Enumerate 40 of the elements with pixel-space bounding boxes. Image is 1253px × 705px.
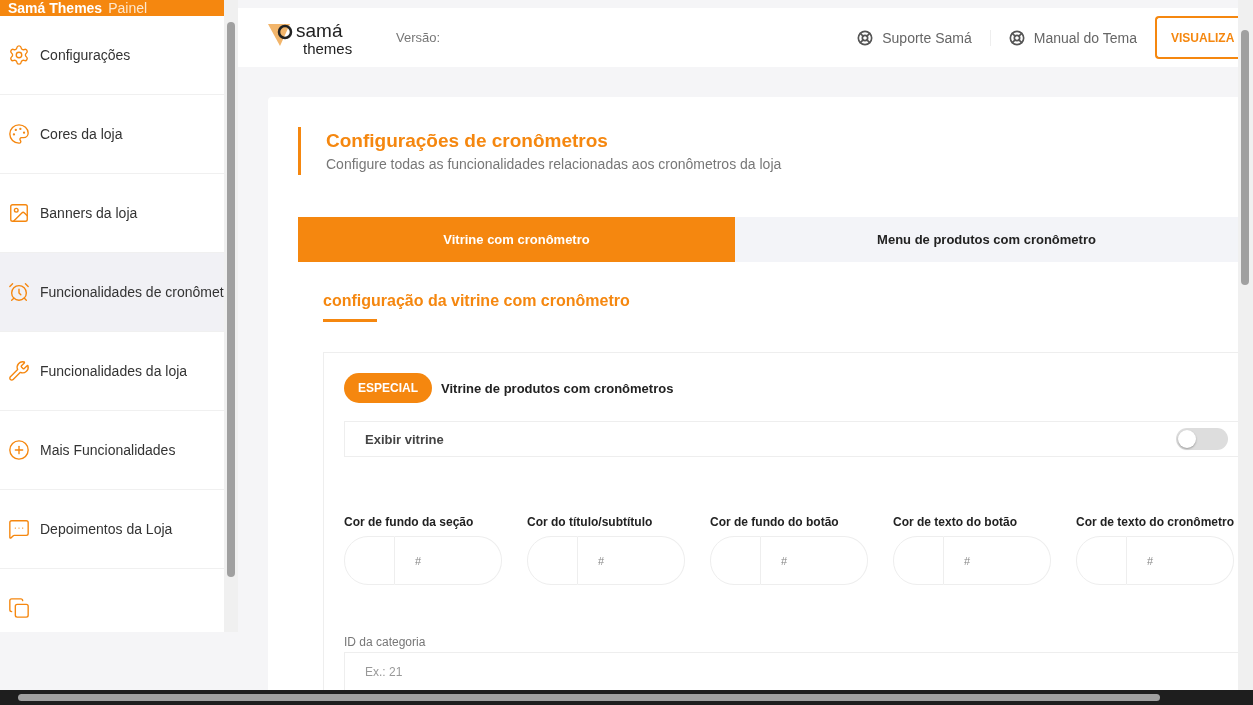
gear-icon — [8, 44, 30, 66]
hex-field[interactable]: # — [1127, 536, 1234, 585]
toggle-switch[interactable] — [1176, 428, 1228, 450]
brand-name: Samá Themes — [8, 0, 103, 16]
alarm-clock-icon — [8, 281, 30, 303]
image-icon — [8, 202, 30, 224]
special-badge: ESPECIAL — [344, 373, 432, 403]
header-link[interactable]: Manual do Tema — [990, 29, 1155, 46]
scrollbar[interactable] — [1238, 0, 1253, 690]
color-label: Cor de fundo da seção — [344, 515, 474, 529]
sidebar-item[interactable]: Funcionalidades de cronômet — [0, 253, 224, 332]
lifebuoy-icon — [1008, 29, 1025, 46]
color-label: Cor do título/subtítulo — [527, 515, 653, 529]
plus-circle-icon — [8, 439, 30, 461]
scrollbar[interactable] — [0, 690, 1253, 705]
toggle-label: Exibir vitrine — [365, 431, 444, 447]
chat-bubble-icon — [8, 518, 30, 540]
category-field[interactable]: Ex.: 21 — [344, 652, 1238, 690]
tab[interactable]: Menu de produtos com cronômetro — [735, 217, 1238, 262]
hex-field[interactable]: # — [761, 536, 868, 585]
field-label: ID da categoria — [344, 635, 427, 649]
version-label: Versão: — [396, 30, 441, 45]
header-link[interactable]: Suporte Samá — [839, 29, 991, 46]
hex-field[interactable]: # — [395, 536, 502, 585]
logo: samá themes — [268, 17, 358, 58]
page-title: Configurações de cronômetros — [326, 130, 609, 152]
scrollbar[interactable] — [224, 0, 238, 632]
badge-description: Vitrine de produtos com cronômetros — [441, 380, 674, 396]
page-subtitle: Configure todas as funcionalidades relacionadas aos cronômetros da loja — [326, 156, 783, 172]
section-title: configuração da vitrine com cronômetro — [323, 292, 630, 310]
lifebuoy-icon — [857, 29, 874, 46]
brand-suffix: Painel — [108, 0, 148, 16]
palette-icon — [8, 123, 30, 145]
color-label: Cor de texto do botão — [893, 515, 1017, 529]
hex-field[interactable]: # — [578, 536, 685, 585]
hex-field[interactable]: # — [944, 536, 1051, 585]
color-label: Cor de fundo do botão — [710, 515, 839, 529]
wrench-icon — [8, 360, 30, 382]
cards-icon — [8, 597, 30, 619]
color-label: Cor de texto do cronômetro — [1076, 515, 1234, 529]
